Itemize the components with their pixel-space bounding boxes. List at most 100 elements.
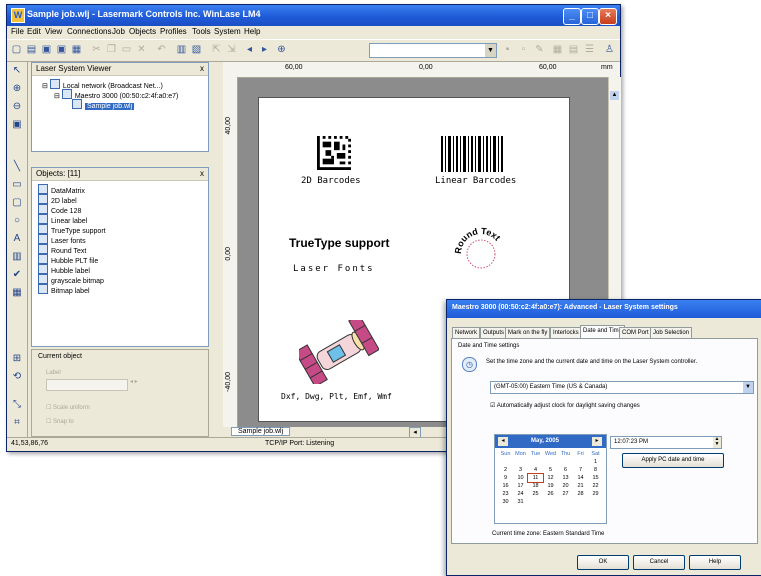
back-icon[interactable]: ◂	[243, 43, 256, 56]
calendar-day[interactable]: 15	[588, 474, 603, 482]
scale-icon[interactable]: ⤡	[10, 398, 24, 412]
menu-job[interactable]: Job	[112, 27, 125, 36]
image-icon[interactable]: ▦	[10, 286, 24, 300]
title-bar[interactable]: W Sample job.wlj - Lasermark Controls In…	[7, 5, 620, 26]
dst-checkbox[interactable]: ☑ Automatically adjust clock for dayligh…	[490, 402, 640, 409]
align-icon[interactable]: ⇱	[210, 43, 223, 56]
current-object-field[interactable]	[46, 379, 128, 391]
calendar-day[interactable]: 1	[588, 458, 603, 466]
delete-icon[interactable]: ✕	[135, 43, 148, 56]
pointer-icon[interactable]: ↖	[10, 64, 24, 78]
calendar-day[interactable]: 4	[528, 466, 543, 474]
calendar-day[interactable]: 6	[558, 466, 573, 474]
calendar-day[interactable]: 16	[498, 482, 513, 490]
calendar-day[interactable]: 26	[543, 490, 558, 498]
calendar-day[interactable]: 5	[543, 466, 558, 474]
calendar[interactable]: ◂ May, 2005 ▸ Sun Mon Tue Wed Thu Fri Sat 1 2 3 4 5…	[494, 434, 607, 524]
properties-icon[interactable]: ▧	[190, 43, 203, 56]
chevron-down-icon[interactable]: ▼	[485, 44, 496, 57]
copy-icon[interactable]: ❐	[105, 43, 118, 56]
save-icon[interactable]: ▣	[40, 43, 53, 56]
calendar-day[interactable]: 30	[498, 498, 513, 506]
round-text-object[interactable]: Round Text	[451, 220, 511, 280]
close-icon[interactable]: x	[200, 168, 204, 180]
check-icon[interactable]: ✔	[10, 268, 24, 282]
menu-system[interactable]: System	[214, 27, 241, 36]
barcode-icon[interactable]: ▥	[10, 250, 24, 264]
object-list-item[interactable]: Bitmap label	[38, 284, 90, 297]
calendar-day[interactable]: 8	[588, 466, 603, 474]
calendar-day[interactable]: 3	[513, 466, 528, 474]
print-icon[interactable]: ▦	[70, 43, 83, 56]
rounded-rect-icon[interactable]: ▢	[10, 196, 24, 210]
ok-button[interactable]: OK	[577, 555, 629, 570]
menu-profiles[interactable]: Profiles	[160, 27, 187, 36]
list-icon[interactable]: ☰	[583, 43, 596, 56]
menu-help[interactable]: Help	[244, 27, 260, 36]
calendar-day[interactable]: 25	[528, 490, 543, 498]
zoom-in-icon[interactable]: ⊕	[10, 82, 24, 96]
layout-icon[interactable]: ▥	[175, 43, 188, 56]
help-button[interactable]: Help	[689, 555, 741, 570]
close-icon[interactable]: x	[200, 63, 204, 75]
calendar-day[interactable]: 13	[558, 474, 573, 482]
calendar-day[interactable]: 19	[543, 482, 558, 490]
menu-tools[interactable]: Tools	[192, 27, 211, 36]
calendar-day[interactable]: 14	[573, 474, 588, 482]
spinner-icon[interactable]: ▲ ▼	[713, 437, 721, 448]
minimize-button[interactable]: _	[563, 8, 581, 25]
rotate-icon[interactable]: ⟲	[10, 370, 24, 384]
grid-icon[interactable]: ▦	[551, 43, 564, 56]
menu-connections[interactable]: Connections	[67, 27, 111, 36]
cut-icon[interactable]: ✂	[90, 43, 103, 56]
open-icon[interactable]: ▤	[25, 43, 38, 56]
menu-objects[interactable]: Objects	[129, 27, 156, 36]
calendar-day[interactable]: 29	[588, 490, 603, 498]
text-icon[interactable]: A	[10, 232, 24, 246]
calendar-day[interactable]: 12	[543, 474, 558, 482]
calendar-day[interactable]: 23	[498, 490, 513, 498]
timezone-select[interactable]: (GMT-05:00) Eastern Time (US & Canada) ▼	[490, 381, 754, 394]
line-icon[interactable]: ╲	[10, 160, 24, 174]
calendar-day[interactable]: 31	[513, 498, 528, 506]
paste-icon[interactable]: ▭	[120, 43, 133, 56]
calendar-day[interactable]: 20	[558, 482, 573, 490]
spinner-icon[interactable]: ◂ ▸	[130, 378, 138, 385]
save-all-icon[interactable]: ▣	[55, 43, 68, 56]
cancel-button[interactable]: Cancel	[633, 555, 685, 570]
rectangle-icon[interactable]: ▭	[10, 178, 24, 192]
apply-pc-time-button[interactable]: Apply PC date and time	[622, 453, 724, 468]
calendar-day[interactable]: 17	[513, 482, 528, 490]
group-icon[interactable]: ⇲	[225, 43, 238, 56]
connect-icon[interactable]: ⊕	[275, 43, 288, 56]
user-icon[interactable]: ♙	[603, 43, 616, 56]
file-formats-text[interactable]: Dxf, Dwg, Plt, Emf, Wmf	[281, 392, 392, 401]
calendar-day[interactable]: 22	[588, 482, 603, 490]
ellipse-icon[interactable]: ○	[10, 214, 24, 228]
scroll-up-icon[interactable]: ▲	[610, 91, 619, 100]
calendar-day[interactable]: 24	[513, 490, 528, 498]
undo-icon[interactable]: ↶	[155, 43, 168, 56]
next-month-icon[interactable]: ▸	[592, 437, 602, 446]
close-button[interactable]: ×	[599, 8, 617, 25]
document-tab[interactable]: Sample job.wlj	[231, 427, 291, 436]
truetype-text[interactable]: TrueType support	[289, 236, 389, 250]
zoom-select[interactable]: ▼	[369, 43, 497, 58]
calendar-day[interactable]: 2	[498, 466, 513, 474]
zoom-out-icon[interactable]: ⊖	[10, 100, 24, 114]
prev-month-icon[interactable]: ◂	[498, 437, 508, 446]
calendar-day[interactable]: 27	[558, 490, 573, 498]
maximize-button[interactable]: □	[581, 8, 599, 25]
scale-uniform-checkbox[interactable]: ☐ Scale uniform	[46, 404, 90, 411]
snap-icon[interactable]: ⌗	[10, 416, 24, 430]
linear-barcode[interactable]	[441, 136, 503, 172]
calendar-day[interactable]: 11	[527, 473, 544, 483]
menu-edit[interactable]: Edit	[27, 27, 41, 36]
calendar-day[interactable]: 28	[573, 490, 588, 498]
mark-icon[interactable]: ▪	[501, 43, 514, 56]
chevron-down-icon[interactable]: ▼	[743, 382, 753, 393]
time-picker[interactable]: 12:07:23 PM ▲ ▼	[610, 436, 722, 449]
calendar-day[interactable]: 7	[573, 466, 588, 474]
calendar-day[interactable]: 21	[573, 482, 588, 490]
fit-icon[interactable]: ▣	[10, 118, 24, 132]
